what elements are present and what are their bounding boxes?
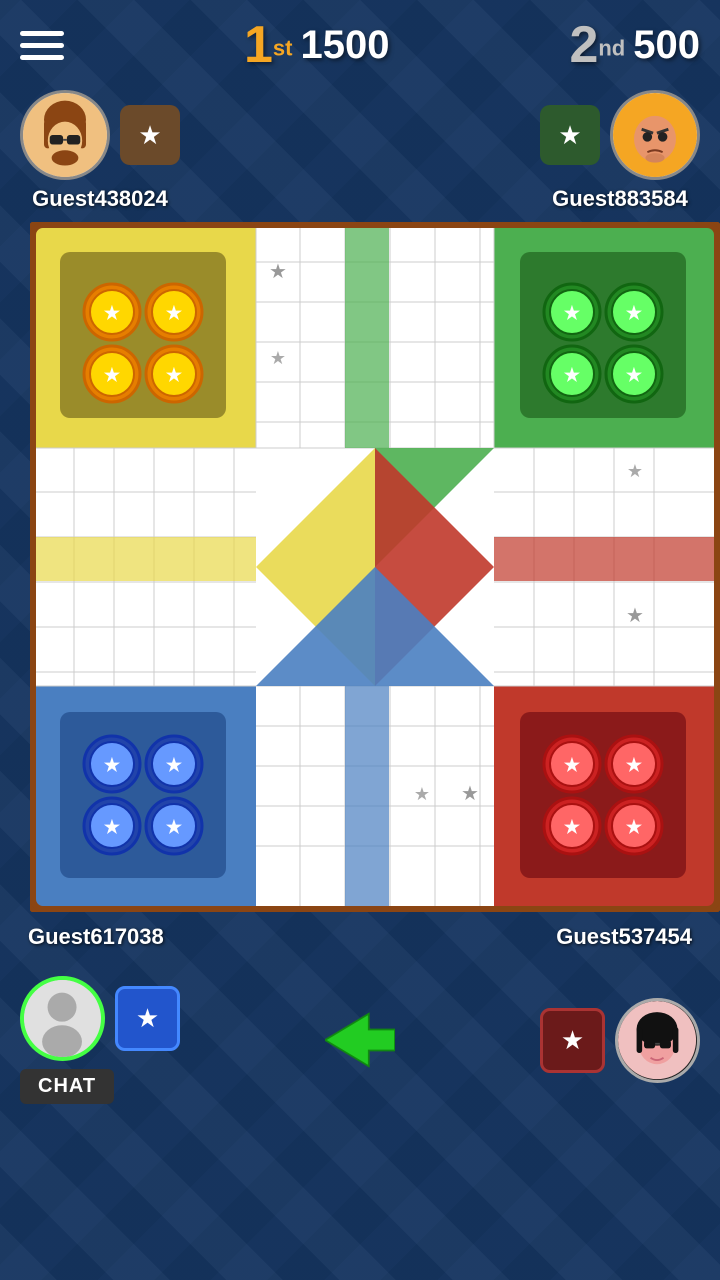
avatar-guest883584 xyxy=(610,90,700,180)
rank1-digit: 1 xyxy=(244,16,273,74)
rank2-block: 2nd 500 xyxy=(569,19,700,71)
svg-text:★: ★ xyxy=(626,817,643,837)
svg-text:★: ★ xyxy=(626,303,643,323)
svg-text:★: ★ xyxy=(166,755,183,775)
svg-text:★: ★ xyxy=(461,783,479,805)
svg-text:★: ★ xyxy=(564,303,581,323)
rank1-block: 1st 1500 xyxy=(244,19,389,71)
bottom-controls-row: ★ CHAT ★ xyxy=(0,966,720,1114)
svg-text:★: ★ xyxy=(104,755,121,775)
rank1-number: 1st xyxy=(244,19,292,71)
svg-text:★: ★ xyxy=(627,461,643,481)
badge-bottom-right-star: ★ xyxy=(561,1025,584,1056)
svg-text:★: ★ xyxy=(104,365,121,385)
svg-text:★: ★ xyxy=(626,605,644,627)
board-container: ★ ★ ★ ★ ★ ★ ★ xyxy=(15,222,705,912)
arrow-left-icon xyxy=(325,1010,395,1070)
game-board: ★ ★ ★ ★ ★ ★ ★ xyxy=(30,222,720,912)
rank1-suffix: st xyxy=(273,36,293,61)
player-bottom-left-name: Guest617038 xyxy=(28,924,164,950)
svg-text:★: ★ xyxy=(564,755,581,775)
rank2-score: 500 xyxy=(633,23,700,68)
badge-bottom-left[interactable]: ★ xyxy=(115,986,180,1051)
badge-top-left: ★ xyxy=(120,105,180,165)
rank2-suffix: nd xyxy=(598,36,625,61)
player-top-left-name: Guest438024 xyxy=(32,186,168,212)
badge-top-left-star: ★ xyxy=(138,120,161,151)
badge-bottom-left-star: ★ xyxy=(136,1003,159,1034)
topbar: 1st 1500 2nd 500 xyxy=(0,0,720,90)
svg-text:★: ★ xyxy=(166,303,183,323)
chat-button[interactable]: CHAT xyxy=(20,1069,114,1104)
svg-text:★: ★ xyxy=(626,755,643,775)
svg-text:★: ★ xyxy=(564,365,581,385)
svg-text:★: ★ xyxy=(269,261,287,283)
badge-top-right: ★ xyxy=(540,105,600,165)
rank1-score: 1500 xyxy=(300,23,389,68)
badge-bottom-right[interactable]: ★ xyxy=(540,1008,605,1073)
bottom-names-row: Guest617038 Guest537454 xyxy=(0,916,720,958)
player-top-right-name: Guest883584 xyxy=(552,186,688,212)
svg-text:★: ★ xyxy=(104,303,121,323)
board-svg: ★ ★ ★ ★ ★ ★ ★ xyxy=(30,222,720,912)
svg-text:★: ★ xyxy=(104,817,121,837)
avatar-guest617038 xyxy=(20,976,105,1061)
rank2-number: 2nd xyxy=(569,19,625,71)
rank2-digit: 2 xyxy=(569,16,598,74)
svg-text:★: ★ xyxy=(564,817,581,837)
player-top-left: ★ Guest438024 xyxy=(20,90,180,212)
move-arrow-button[interactable] xyxy=(325,1013,395,1068)
player-top-right: ★ Guest88 xyxy=(540,90,700,212)
player-bottom-right-name: Guest537454 xyxy=(556,924,692,950)
top-player-row: ★ Guest438024 ★ xyxy=(0,90,720,212)
svg-text:★: ★ xyxy=(166,817,183,837)
avatar-guest438024 xyxy=(20,90,110,180)
svg-text:★: ★ xyxy=(270,348,286,368)
avatar-guest537454 xyxy=(615,998,700,1083)
badge-top-right-star: ★ xyxy=(558,120,581,151)
menu-button[interactable] xyxy=(20,31,64,60)
svg-text:★: ★ xyxy=(166,365,183,385)
svg-text:★: ★ xyxy=(626,365,643,385)
svg-text:★: ★ xyxy=(414,784,430,804)
